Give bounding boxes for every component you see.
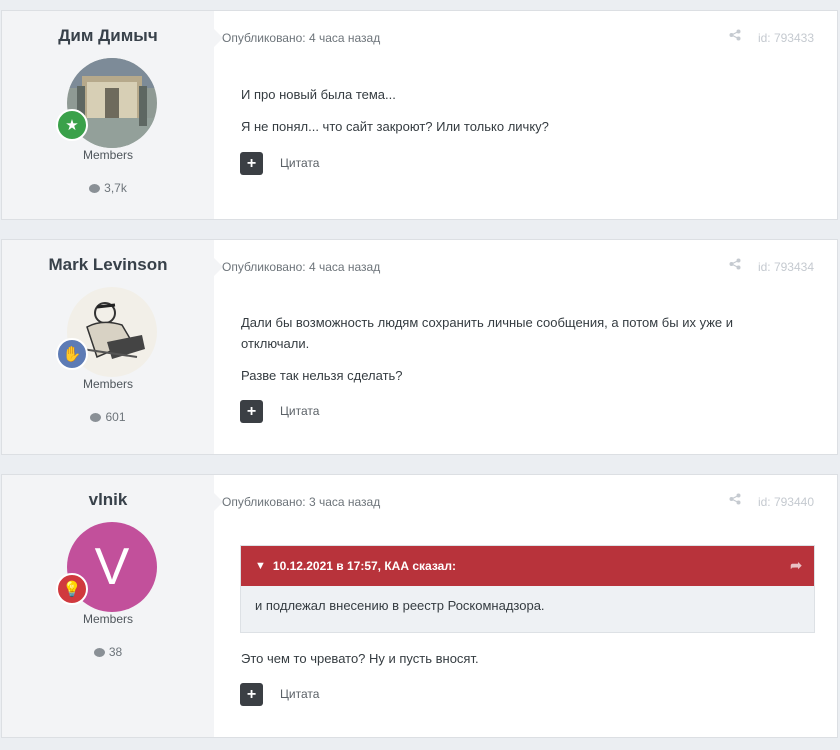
hand-icon: ✋ [62,345,82,363]
avatar-letter: V [94,538,130,596]
quote-button[interactable]: Цитата [280,404,319,418]
member-group: Members [82,148,133,162]
react-plus-button[interactable]: + [240,152,263,175]
quote-text: и подлежал внесению в реестр Роскомнадзо… [255,598,545,613]
author-panel: Mark Levinson ✋ Members 601 [2,240,214,454]
published-time[interactable]: Опубликовано: 4 часа назад [222,31,380,45]
published-time[interactable]: Опубликовано: 4 часа назад [222,260,380,274]
post-count: 601 [2,410,214,424]
post-793440: vlnik V 💡 Members 38 Опубликовано: 3 час… [1,474,838,738]
post-paragraph: Я не понял... что сайт закроют? Или толь… [241,119,549,134]
lightbulb-icon: 💡 [62,580,82,598]
post-paragraph: Разве так нельзя сделать? [241,368,403,383]
share-icon[interactable] [729,29,741,44]
comment-icon [89,184,101,193]
post-content: Это чем то чревато? Ну и пусть вносят. [241,648,777,669]
quote-citation: 10.12.2021 в 17:57, КАА сказал: [272,559,456,573]
quote-button[interactable]: Цитата [280,156,319,170]
post-paragraph: И про новый была тема... [241,87,396,102]
post-id[interactable]: id: 793440 [758,495,814,509]
react-plus-button[interactable]: + [240,400,263,423]
quote-button[interactable]: Цитата [280,687,319,701]
forward-icon[interactable]: ➦ [790,557,802,574]
rank-badge: ✋ [56,338,88,370]
quote-header[interactable]: ▼ 10.12.2021 в 17:57, КАА сказал: ➦ [241,546,814,586]
author-name[interactable]: Дим Димыч [2,26,214,46]
quote-block: ▼ 10.12.2021 в 17:57, КАА сказал: ➦ и по… [240,545,815,633]
author-name[interactable]: vlnik [2,490,214,510]
comment-icon [93,648,105,657]
react-plus-button[interactable]: + [240,683,263,706]
post-content: И про новый была тема... Я не понял... ч… [241,84,777,137]
rank-badge: ★ [56,109,88,141]
post-count: 3,7k [2,181,214,195]
member-group: Members [82,377,133,391]
share-icon[interactable] [729,258,741,273]
share-icon[interactable] [729,493,741,508]
published-time[interactable]: Опубликовано: 3 часа назад [222,495,380,509]
comment-icon [90,413,102,422]
post-count: 38 [2,645,214,659]
author-name[interactable]: Mark Levinson [2,255,214,275]
rank-badge: 💡 [56,573,88,605]
post-793434: Mark Levinson ✋ Members 601 Опубликовано… [1,239,838,455]
member-group: Members [82,612,133,626]
post-paragraph: Дали бы возможность людям сохранить личн… [241,315,734,351]
author-panel: vlnik V 💡 Members 38 [2,475,214,737]
post-id[interactable]: id: 793434 [758,260,814,274]
post-793433: Дим Димыч ★ Members 3,7k Опубликовано: 4… [1,10,838,220]
post-id[interactable]: id: 793433 [758,31,814,45]
star-icon: ★ [65,116,79,134]
post-content: Дали бы возможность людям сохранить личн… [241,312,777,386]
author-panel: Дим Димыч ★ Members 3,7k [2,11,214,219]
post-paragraph: Это чем то чревато? Ну и пусть вносят. [241,651,479,666]
chevron-down-icon[interactable]: ▼ [255,560,266,572]
